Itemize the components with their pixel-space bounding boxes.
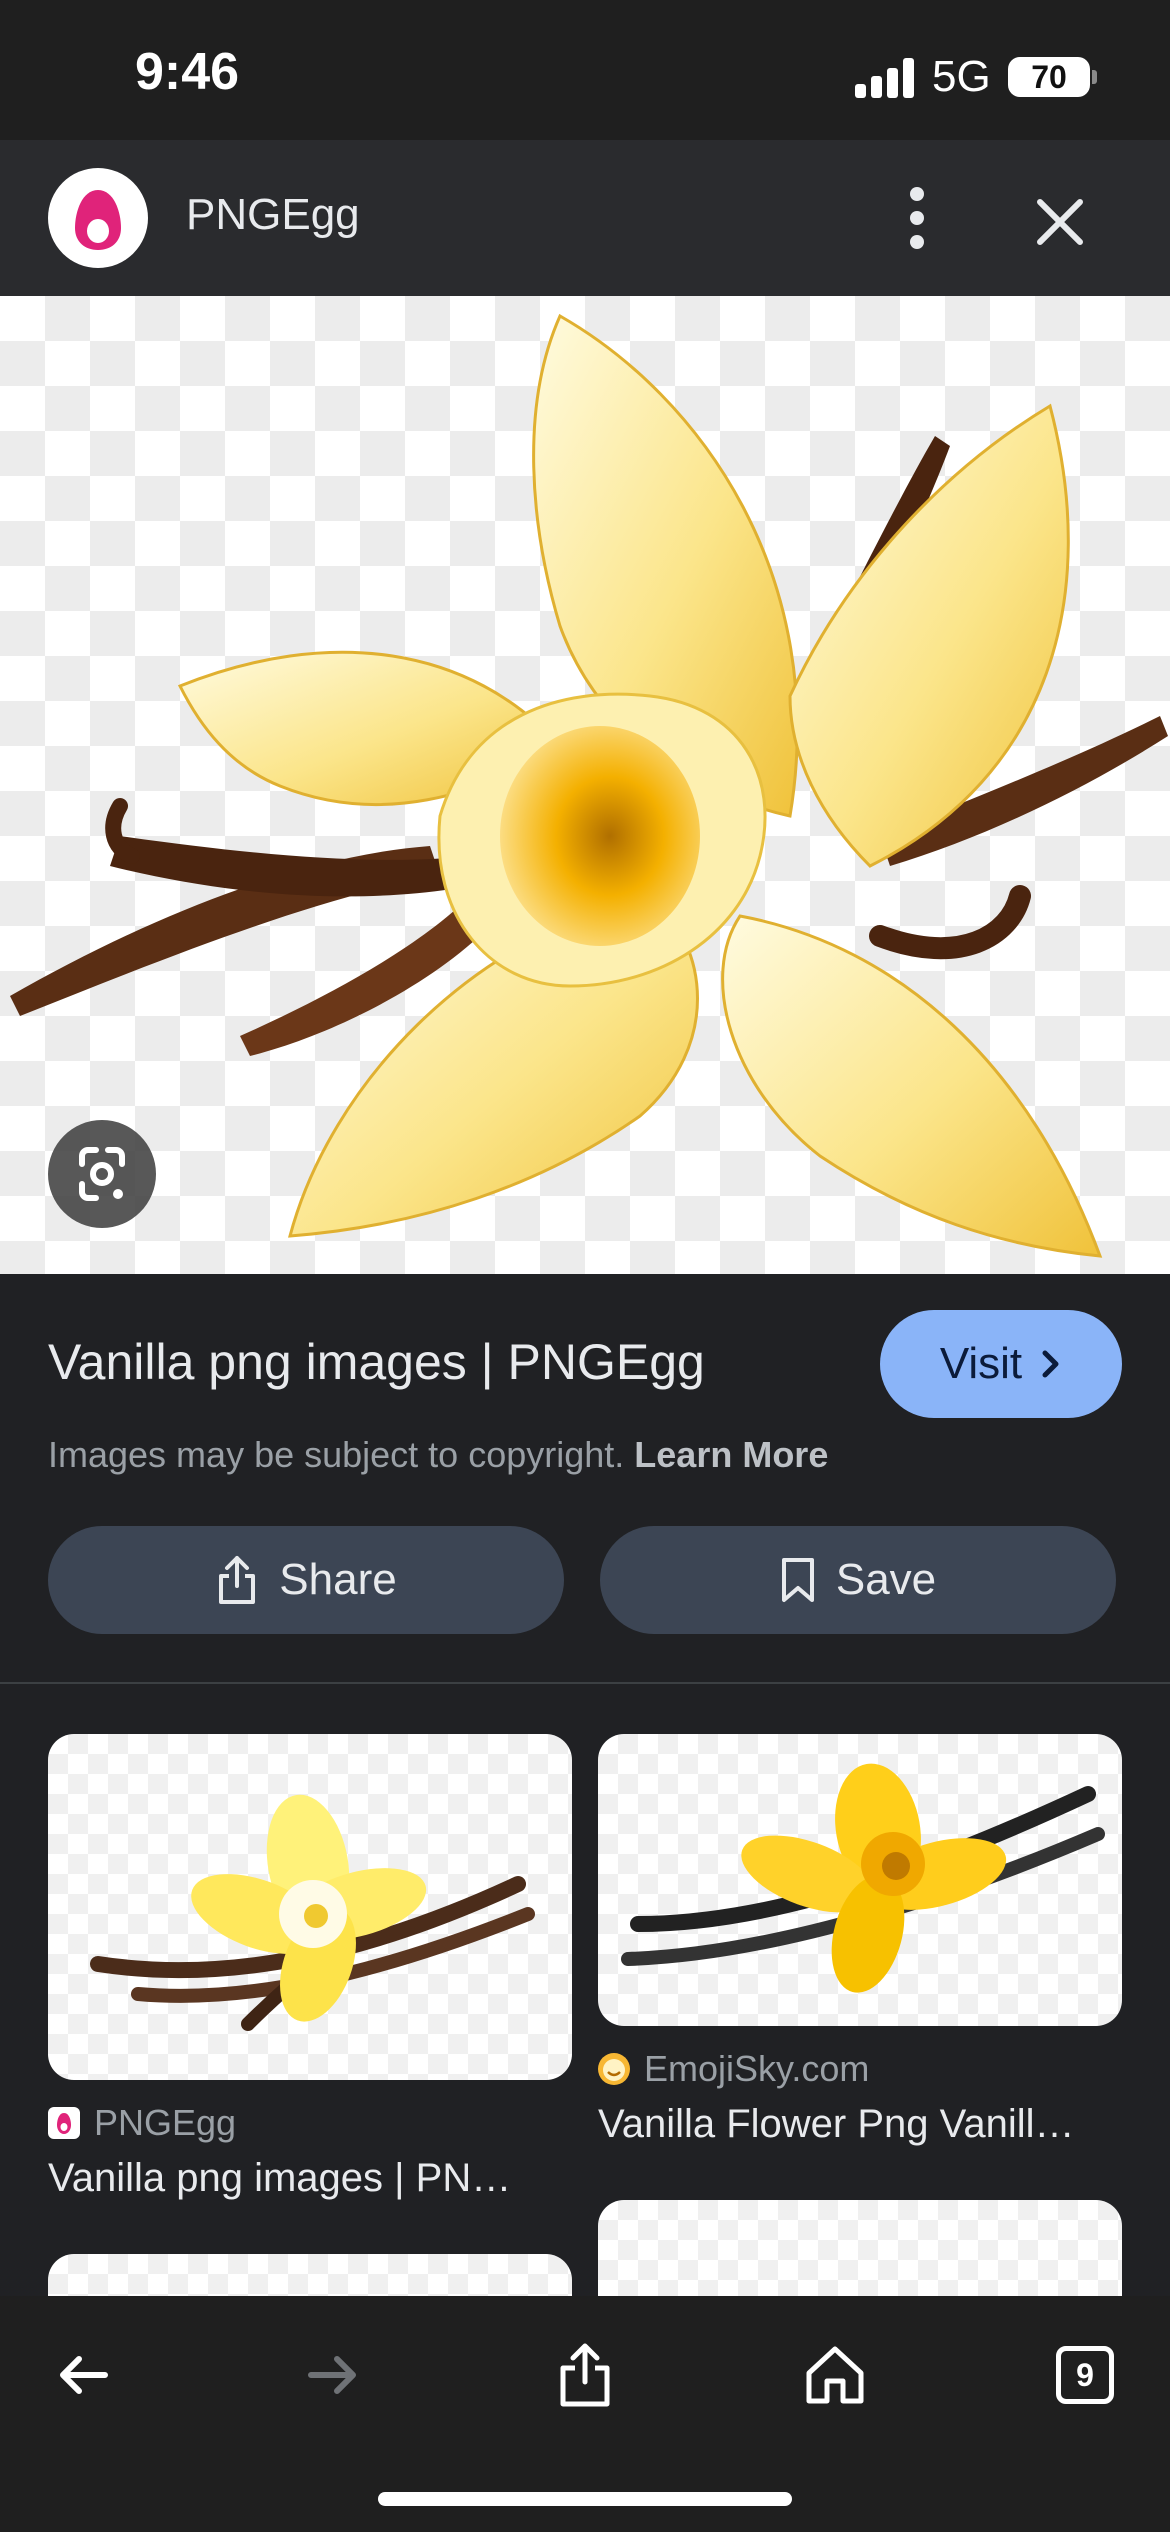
share-icon	[219, 1556, 256, 1604]
status-time: 9:46	[135, 43, 240, 101]
lens-icon[interactable]	[48, 1120, 156, 1228]
battery-icon: 70	[1008, 57, 1090, 97]
home-indicator[interactable]	[378, 2492, 792, 2506]
related-source-2[interactable]: EmojiSky.com	[598, 2048, 869, 2090]
related-source-1[interactable]: PNGEgg	[48, 2102, 236, 2144]
emojisky-favicon-icon	[598, 2053, 630, 2085]
arrow-left-icon	[60, 2356, 108, 2394]
main-image[interactable]	[0, 296, 1170, 1274]
tabs-button[interactable]: 9	[1040, 2330, 1130, 2420]
bookmark-icon	[781, 1558, 814, 1602]
learn-more-link[interactable]: Learn More	[634, 1434, 828, 1475]
home-icon	[806, 2346, 864, 2404]
share-page-button[interactable]	[540, 2330, 630, 2420]
chevron-right-icon	[1042, 1350, 1059, 1378]
status-bar: 9:46 5G 70	[0, 0, 1170, 140]
related-image-2[interactable]	[598, 1734, 1122, 2026]
related-title-1[interactable]: Vanilla png images | PN…	[48, 2156, 572, 2201]
site-logo-icon[interactable]	[48, 168, 148, 268]
copyright-notice: Images may be subject to copyright. Lear…	[48, 1434, 828, 1476]
result-title: Vanilla png images | PNGEgg	[48, 1334, 705, 1390]
signal-icon	[855, 58, 915, 98]
copyright-text: Images may be subject to copyright.	[48, 1434, 625, 1475]
network-label: 5G	[932, 52, 991, 101]
pngegg-favicon-icon	[48, 2107, 80, 2139]
share-button[interactable]: Share	[48, 1526, 564, 1634]
related-image-1[interactable]	[48, 1734, 572, 2080]
save-label: Save	[835, 1555, 937, 1604]
close-icon[interactable]	[1022, 184, 1098, 260]
forward-button[interactable]	[288, 2330, 378, 2420]
visit-button[interactable]: Visit	[880, 1310, 1122, 1418]
home-button[interactable]	[790, 2330, 880, 2420]
back-button[interactable]	[38, 2330, 128, 2420]
viewer-header: PNGEgg	[0, 140, 1170, 296]
arrow-right-icon	[308, 2356, 356, 2394]
save-button[interactable]: Save	[600, 1526, 1116, 1634]
share-icon	[560, 2343, 610, 2407]
share-label: Share	[279, 1555, 397, 1604]
related-title-2[interactable]: Vanilla Flower Png Vanill…	[598, 2102, 1122, 2147]
visit-label: Visit	[939, 1339, 1023, 1388]
site-name[interactable]: PNGEgg	[186, 190, 360, 240]
tabs-count: 9	[1056, 2346, 1114, 2404]
divider	[0, 1682, 1170, 1684]
more-vert-icon[interactable]	[885, 170, 949, 266]
battery-nub	[1092, 70, 1097, 84]
